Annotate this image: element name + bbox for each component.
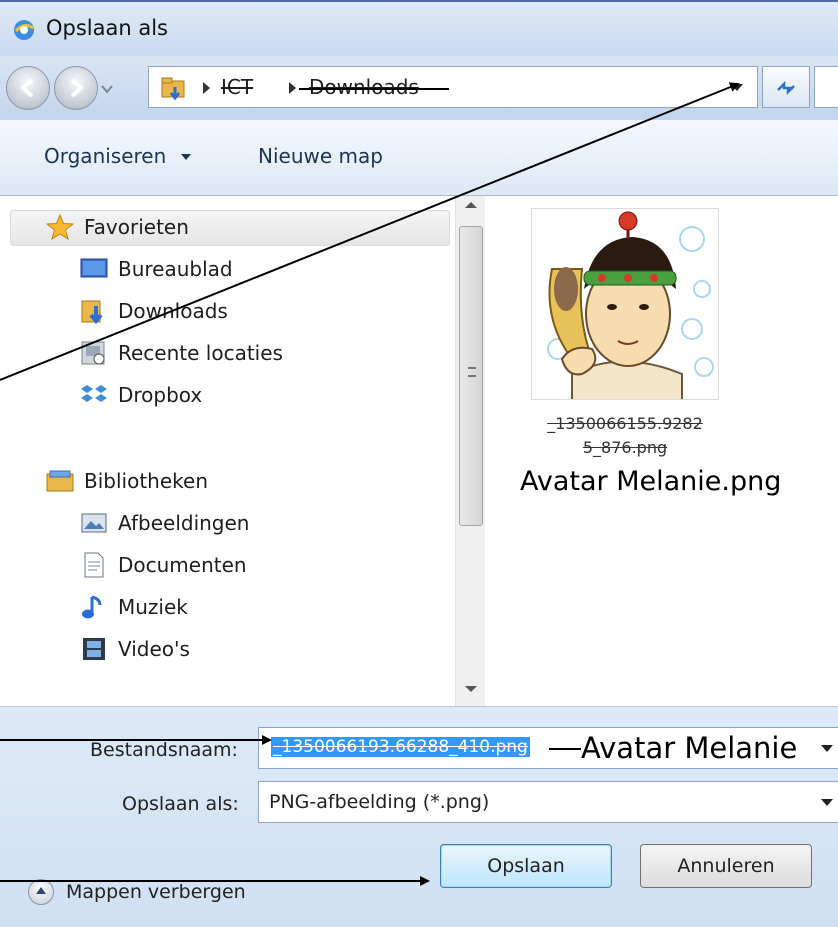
scroll-down-icon[interactable] [465, 686, 477, 692]
scroll-thumb[interactable] [459, 226, 483, 526]
nav-dropbox[interactable]: Dropbox [80, 382, 202, 408]
address-bar[interactable]: ICT Downloads [148, 66, 758, 108]
filename-label: Bestandsnaam: [90, 739, 238, 761]
history-dropdown-icon[interactable] [100, 82, 114, 96]
nav-libraries[interactable]: Bibliotheken [46, 468, 208, 494]
music-icon [82, 595, 102, 619]
star-icon [46, 214, 74, 240]
grip-icon [468, 367, 476, 377]
nav-videos[interactable]: Video's [80, 636, 190, 662]
breadcrumb-downloads[interactable]: Downloads [309, 75, 419, 99]
hide-folders-toggle[interactable]: Mappen verbergen [28, 879, 246, 905]
documents-icon [84, 552, 104, 578]
nav-label: Documenten [118, 553, 247, 577]
command-bar: Organiseren Nieuwe map [0, 120, 838, 196]
save-button[interactable]: Opslaan [440, 844, 612, 888]
nav-label: Bibliotheken [84, 469, 208, 493]
file-pane: _1350066155.9282 5_876.png Avatar Melani… [485, 196, 838, 706]
nav-label: Muziek [118, 595, 188, 619]
chevron-down-icon [181, 154, 191, 160]
nav-label: Afbeeldingen [118, 511, 250, 535]
navigation-pane: Favorieten Bureaublad Downloads Recente … [0, 196, 455, 706]
desktop-icon [80, 258, 108, 278]
filename-dropdown-icon[interactable] [821, 745, 833, 752]
file-name-line: _1350066155.9282 [547, 414, 703, 433]
video-icon [83, 638, 105, 660]
filename-annotation: Avatar Melanie [581, 731, 798, 765]
filename-input[interactable]: _1350066193.66288_410.png Avatar Melanie [258, 727, 838, 769]
savetype-dropdown-icon[interactable] [821, 799, 833, 806]
new-folder-button[interactable]: Nieuwe map [258, 144, 383, 168]
strike-line [299, 88, 449, 90]
nav-documents[interactable]: Documenten [80, 552, 247, 578]
nav-label: Bureaublad [118, 257, 233, 281]
folder-icon [161, 77, 185, 101]
forward-button[interactable] [54, 66, 98, 110]
nav-label: Recente locaties [118, 341, 283, 365]
file-name-original: _1350066155.9282 5_876.png [525, 412, 725, 460]
crumb-separator-icon [203, 82, 210, 94]
libraries-icon [46, 470, 74, 492]
forward-arrow-icon [70, 78, 85, 98]
nav-favorites[interactable]: Favorieten [46, 214, 189, 240]
pictures-icon [81, 513, 107, 533]
breadcrumb-ict[interactable]: ICT [221, 75, 253, 99]
cancel-button[interactable]: Annuleren [640, 844, 812, 888]
strike-line [549, 748, 581, 750]
nav-label: Favorieten [84, 215, 189, 239]
organize-menu[interactable]: Organiseren [44, 144, 166, 168]
browser-icon [14, 20, 34, 40]
file-thumbnail[interactable] [531, 208, 719, 400]
nav-label: Downloads [118, 299, 228, 323]
crumb-separator-icon [289, 82, 296, 94]
file-name-line: 5_876.png [582, 438, 668, 457]
scroll-up-icon[interactable] [465, 202, 477, 208]
back-button[interactable] [6, 66, 50, 110]
hide-folders-label: Mappen verbergen [66, 881, 246, 903]
savetype-select[interactable]: PNG-afbeelding (*.png) [258, 781, 838, 823]
nav-label: Video's [118, 637, 190, 661]
address-dropdown-icon[interactable] [731, 84, 743, 91]
recent-places-icon [81, 341, 105, 365]
window-title: Opslaan als [46, 16, 169, 40]
title-bar: Opslaan als [0, 0, 838, 56]
nav-music[interactable]: Muziek [80, 594, 188, 620]
file-name-annotation: Avatar Melanie.png [520, 466, 782, 497]
nav-pictures[interactable]: Afbeeldingen [80, 510, 249, 536]
filename-selected-text: _1350066193.66288_410.png [271, 737, 530, 757]
downloads-folder-icon [81, 300, 103, 324]
nav-downloads[interactable]: Downloads [80, 298, 228, 324]
address-row: ICT Downloads [0, 56, 838, 120]
avatar-image [532, 209, 718, 399]
search-box[interactable] [814, 66, 838, 108]
collapse-up-icon [28, 879, 54, 905]
back-arrow-icon [19, 78, 34, 98]
refresh-button[interactable] [762, 66, 810, 108]
nav-label: Dropbox [118, 383, 203, 407]
savetype-value: PNG-afbeelding (*.png) [269, 791, 490, 813]
refresh-icon [777, 80, 795, 96]
save-options-panel: Bestandsnaam: _1350066193.66288_410.png … [0, 706, 838, 927]
nav-desktop[interactable]: Bureaublad [80, 256, 233, 282]
nav-scrollbar[interactable] [455, 196, 485, 706]
dropbox-icon [81, 385, 107, 402]
savetype-label: Opslaan als: [122, 793, 239, 815]
nav-recent[interactable]: Recente locaties [80, 340, 283, 366]
